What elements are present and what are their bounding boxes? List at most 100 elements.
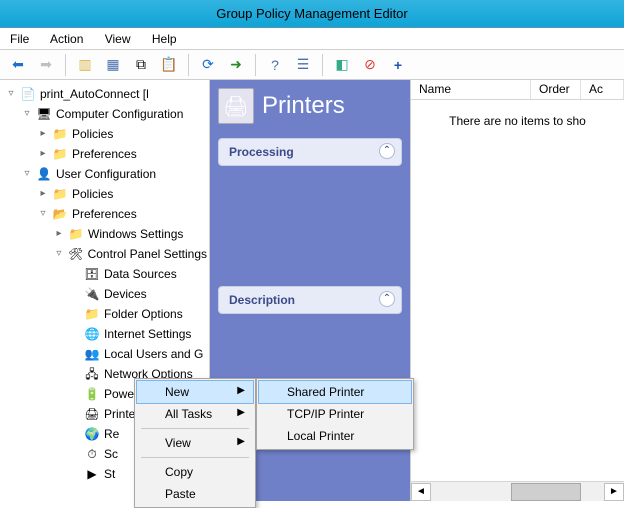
collapse-icon[interactable]: ⌃	[379, 143, 395, 159]
expand-icon[interactable]: ▿	[38, 205, 48, 223]
tree-computer-config[interactable]: ▿ 🖥 Computer Configuration	[20, 104, 209, 124]
new-item-button[interactable]: ▥	[73, 53, 97, 77]
window-titlebar: Group Policy Management Editor	[0, 0, 624, 28]
expand-icon[interactable]: ▿	[22, 165, 32, 183]
label: Internet Settings	[104, 325, 191, 343]
properties-button[interactable]: ☰	[291, 53, 315, 77]
ctx-local-printer[interactable]: Local Printer	[259, 425, 411, 447]
label: Policies	[72, 125, 113, 143]
tree-windows-settings[interactable]: ▸📁Windows Settings	[52, 224, 209, 244]
description-card[interactable]: Description ⌃	[218, 286, 402, 314]
export-button[interactable]: ➜	[224, 53, 248, 77]
folder-icon: 📁	[68, 226, 84, 242]
ctx-shared-printer[interactable]: Shared Printer	[259, 381, 411, 403]
tree-root[interactable]: ▿ 📄 print_AutoConnect [l	[4, 84, 209, 104]
toolbar-separator	[188, 54, 189, 76]
scroll-left-button[interactable]: ◄	[411, 483, 431, 501]
list-pane: Name Order Ac There are no items to sho …	[410, 80, 624, 501]
ctx-copy[interactable]: Copy	[137, 461, 253, 483]
label: Control Panel Settings	[88, 245, 207, 263]
tree-cc-policies[interactable]: ▸📁Policies	[36, 124, 209, 144]
preview-header: 🖨 Printers	[218, 88, 402, 124]
expand-icon[interactable]: ▿	[22, 105, 32, 123]
col-name[interactable]: Name	[411, 80, 531, 99]
show-pane-button[interactable]: ▦	[101, 53, 125, 77]
label: Shared Printer	[287, 385, 364, 399]
user-icon: 👤	[36, 166, 52, 182]
col-order[interactable]: Order	[531, 80, 581, 99]
expand-icon[interactable]: ▿	[54, 245, 64, 263]
tree-internet-settings[interactable]: 🌐Internet Settings	[68, 324, 209, 344]
expand-icon[interactable]: ▸	[38, 145, 48, 163]
ctx-tcpip-printer[interactable]: TCP/IP Printer	[259, 403, 411, 425]
label: Sc	[104, 445, 118, 463]
ctx-paste[interactable]: Paste	[137, 483, 253, 505]
toolbar-separator	[65, 54, 66, 76]
tree-data-sources[interactable]: 🗄Data Sources	[68, 264, 209, 284]
menu-file[interactable]: File	[10, 32, 29, 46]
expand-icon[interactable]: ▿	[6, 85, 16, 103]
toolbar-separator	[255, 54, 256, 76]
data-sources-icon: 🗄	[84, 266, 100, 282]
col-action[interactable]: Ac	[581, 80, 624, 99]
menu-action[interactable]: Action	[50, 32, 83, 46]
label: Preferences	[72, 205, 137, 223]
printers-large-icon: 🖨	[218, 88, 254, 124]
folder-icon: 📁	[52, 146, 68, 162]
label: Preferences	[72, 145, 137, 163]
internet-icon: 🌐	[84, 326, 100, 342]
expand-icon[interactable]: ▸	[54, 225, 64, 243]
expand-icon[interactable]: ▸	[38, 125, 48, 143]
tree-control-panel-settings[interactable]: ▿🛠Control Panel Settings	[52, 244, 209, 264]
submenu-arrow-icon: ▶	[237, 436, 245, 447]
horizontal-scrollbar[interactable]: ◄ ►	[411, 481, 624, 501]
tree-cc-preferences[interactable]: ▸📁Preferences	[36, 144, 209, 164]
help-button[interactable]: ?	[263, 53, 287, 77]
tree-user-config[interactable]: ▿ 👤 User Configuration	[20, 164, 209, 184]
context-submenu-new: Shared Printer TCP/IP Printer Local Prin…	[256, 378, 414, 450]
menu-help[interactable]: Help	[152, 32, 177, 46]
copy-button[interactable]: ⧉	[129, 53, 153, 77]
expand-icon[interactable]: ▸	[38, 185, 48, 203]
label: User Configuration	[56, 165, 156, 183]
undo-button[interactable]: ⟳	[196, 53, 220, 77]
ctx-copy-label: Copy	[165, 465, 193, 479]
tree-devices[interactable]: 🔌Devices	[68, 284, 209, 304]
menu-view[interactable]: View	[105, 32, 131, 46]
ctx-new[interactable]: New ▶	[137, 381, 253, 403]
ctx-view-label: View	[165, 436, 191, 450]
submenu-arrow-icon: ▶	[237, 407, 245, 418]
ctx-all-tasks-label: All Tasks	[165, 407, 212, 421]
description-label: Description	[229, 293, 295, 307]
processing-card[interactable]: Processing ⌃	[218, 138, 402, 166]
window-title: Group Policy Management Editor	[216, 6, 407, 21]
devices-icon: 🔌	[84, 286, 100, 302]
scroll-track[interactable]	[431, 483, 604, 501]
label: Data Sources	[104, 265, 177, 283]
menu-separator	[141, 428, 249, 429]
label: TCP/IP Printer	[287, 407, 364, 421]
ctx-all-tasks[interactable]: All Tasks ▶	[137, 403, 253, 425]
forward-button[interactable]: ➡	[34, 53, 58, 77]
start-icon: ▶	[84, 466, 100, 482]
tree-uc-policies[interactable]: ▸📁Policies	[36, 184, 209, 204]
menu-separator	[141, 457, 249, 458]
back-button[interactable]: ⬅	[6, 53, 30, 77]
folder-icon: 📁	[52, 186, 68, 202]
tree-folder-options[interactable]: 📁Folder Options	[68, 304, 209, 324]
filter-button[interactable]: ◧	[330, 53, 354, 77]
scroll-right-button[interactable]: ►	[604, 483, 624, 501]
scroll-thumb[interactable]	[511, 483, 581, 501]
label: Local Printer	[287, 429, 354, 443]
tree-uc-preferences[interactable]: ▿📂Preferences	[36, 204, 209, 224]
add-button[interactable]: +	[386, 53, 410, 77]
folder-options-icon: 📁	[84, 306, 100, 322]
tree-local-users[interactable]: 👥Local Users and G	[68, 344, 209, 364]
paste-button[interactable]: 📋	[157, 53, 181, 77]
stop-button[interactable]: ⊘	[358, 53, 382, 77]
context-menu: New ▶ All Tasks ▶ View ▶ Copy Paste	[134, 378, 256, 508]
collapse-icon[interactable]: ⌃	[379, 291, 395, 307]
empty-message: There are no items to sho	[411, 100, 624, 128]
ctx-view[interactable]: View ▶	[137, 432, 253, 454]
label: Folder Options	[104, 305, 183, 323]
